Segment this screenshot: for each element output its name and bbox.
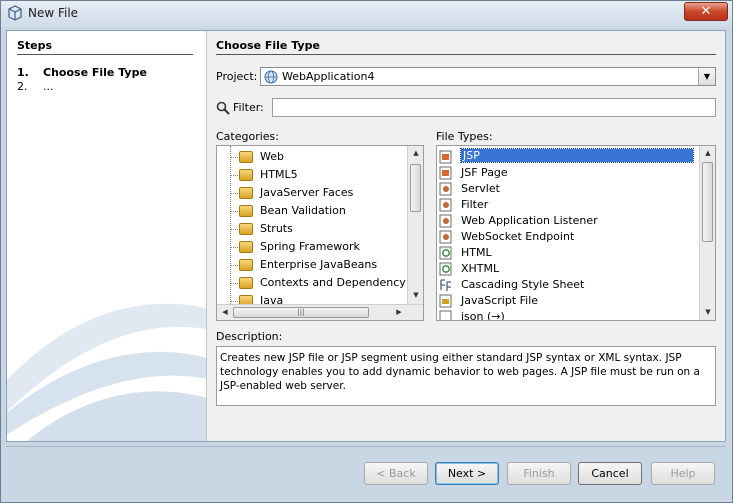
file-types-label: File Types: <box>436 130 493 143</box>
file-type-label: Filter <box>461 198 489 211</box>
filter-label: Filter: <box>233 101 264 114</box>
back-button[interactable]: < Back <box>364 462 428 485</box>
folder-icon <box>239 259 253 271</box>
step-label: ... <box>43 80 54 93</box>
folder-icon <box>239 223 253 235</box>
project-select[interactable]: WebApplication4 ▼ <box>260 67 716 86</box>
tree-item[interactable]: Bean Validation <box>217 202 407 220</box>
scroll-thumb[interactable]: ||| <box>233 307 369 318</box>
file-type-label: JSP <box>460 148 694 163</box>
categories-horizontal-scrollbar[interactable]: ◀ ||| ▶ <box>217 304 423 320</box>
page-title: Choose File Type <box>216 39 320 52</box>
footer-divider <box>6 446 726 447</box>
project-value: WebApplication4 <box>282 70 375 83</box>
folder-icon <box>239 277 253 289</box>
file-type-label: json (→) <box>461 310 505 321</box>
tree-item[interactable]: Spring Framework <box>217 238 407 256</box>
json-file-icon <box>439 310 452 320</box>
cube-icon <box>8 5 22 21</box>
scroll-down-icon[interactable]: ▼ <box>700 305 715 319</box>
folder-icon <box>239 151 253 163</box>
finish-button[interactable]: Finish <box>507 462 571 485</box>
step-number: 2. <box>17 80 28 93</box>
categories-label: Categories: <box>216 130 279 143</box>
tree-item[interactable]: HTML5 <box>217 166 407 184</box>
tree-item[interactable]: Web <box>217 148 407 166</box>
steps-title: Steps <box>17 39 53 52</box>
javascript-file-icon <box>439 294 452 308</box>
jsp-file-icon <box>439 150 452 164</box>
category-label: Contexts and Dependency Inj <box>260 276 423 289</box>
title-bar[interactable]: New File ✕ <box>1 1 732 27</box>
file-types-vertical-scrollbar[interactable]: ▲ ▼ <box>699 146 715 320</box>
description-label: Description: <box>216 330 283 343</box>
category-label: Web <box>260 150 284 163</box>
scroll-thumb[interactable] <box>702 162 713 242</box>
listener-icon <box>439 214 452 228</box>
file-type-label: WebSocket Endpoint <box>461 230 575 243</box>
close-button[interactable]: ✕ <box>684 2 728 21</box>
step-label: Choose File Type <box>43 66 147 79</box>
scroll-right-icon[interactable]: ▶ <box>391 305 407 319</box>
file-type-label: Web Application Listener <box>461 214 598 227</box>
cancel-button[interactable]: Cancel <box>578 462 642 485</box>
file-types-list[interactable]: JSP JSF Page Servlet Filter Web Applicat… <box>436 145 716 321</box>
scroll-up-icon[interactable]: ▲ <box>700 146 715 160</box>
category-label: Enterprise JavaBeans <box>260 258 378 271</box>
category-label: Spring Framework <box>260 240 360 253</box>
tree-item[interactable]: Struts <box>217 220 407 238</box>
steps-panel: Steps 1. Choose File Type 2. ... <box>7 31 207 441</box>
filter-input[interactable] <box>272 98 716 117</box>
websocket-icon <box>439 230 452 244</box>
folder-icon <box>239 187 253 199</box>
help-button[interactable]: Help <box>651 462 715 485</box>
category-label: Bean Validation <box>260 204 346 217</box>
file-type-label: Cascading Style Sheet <box>461 278 585 291</box>
file-type-label: HTML <box>461 246 492 259</box>
list-item[interactable]: json (→) <box>437 308 699 321</box>
steps-divider <box>17 54 193 55</box>
filter-file-icon <box>439 198 452 212</box>
category-label: Struts <box>260 222 293 235</box>
scroll-down-icon[interactable]: ▼ <box>408 288 423 302</box>
decorative-swoosh <box>7 303 206 441</box>
xhtml-file-icon <box>439 262 452 276</box>
scroll-thumb[interactable] <box>410 164 421 212</box>
servlet-icon <box>439 182 452 196</box>
folder-icon <box>239 169 253 181</box>
tree-item[interactable]: Contexts and Dependency Inj <box>217 274 423 292</box>
jsf-page-icon <box>439 166 452 180</box>
file-type-label: JSF Page <box>461 166 508 179</box>
chevron-down-icon[interactable]: ▼ <box>698 68 715 85</box>
step-number: 1. <box>17 66 29 79</box>
categories-vertical-scrollbar[interactable]: ▲ ▼ <box>407 146 423 304</box>
tree-item[interactable]: Enterprise JavaBeans <box>217 256 407 274</box>
category-label: HTML5 <box>260 168 298 181</box>
search-icon <box>216 101 230 115</box>
close-icon: ✕ <box>700 4 712 19</box>
description-text: Creates new JSP file or JSP segment usin… <box>216 346 716 406</box>
scroll-up-icon[interactable]: ▲ <box>408 146 423 160</box>
scroll-left-icon[interactable]: ◀ <box>217 305 233 319</box>
project-label: Project: <box>216 70 258 83</box>
file-type-label: Servlet <box>461 182 500 195</box>
file-type-label: JavaScript File <box>461 294 539 307</box>
categories-tree[interactable]: Web HTML5 JavaServer Faces Bean Validati… <box>216 145 424 321</box>
next-button[interactable]: Next > <box>435 462 499 485</box>
file-type-label: XHTML <box>461 262 500 275</box>
folder-icon <box>239 205 253 217</box>
html-file-icon <box>439 246 452 260</box>
tree-item[interactable]: JavaServer Faces <box>217 184 407 202</box>
window-title: New File <box>28 6 79 20</box>
dialog-content: Steps 1. Choose File Type 2. ... Choose … <box>6 30 726 442</box>
category-label: JavaServer Faces <box>260 186 354 199</box>
folder-icon <box>239 241 253 253</box>
title-divider <box>216 54 716 55</box>
css-file-icon <box>440 279 451 291</box>
globe-icon <box>264 70 278 84</box>
